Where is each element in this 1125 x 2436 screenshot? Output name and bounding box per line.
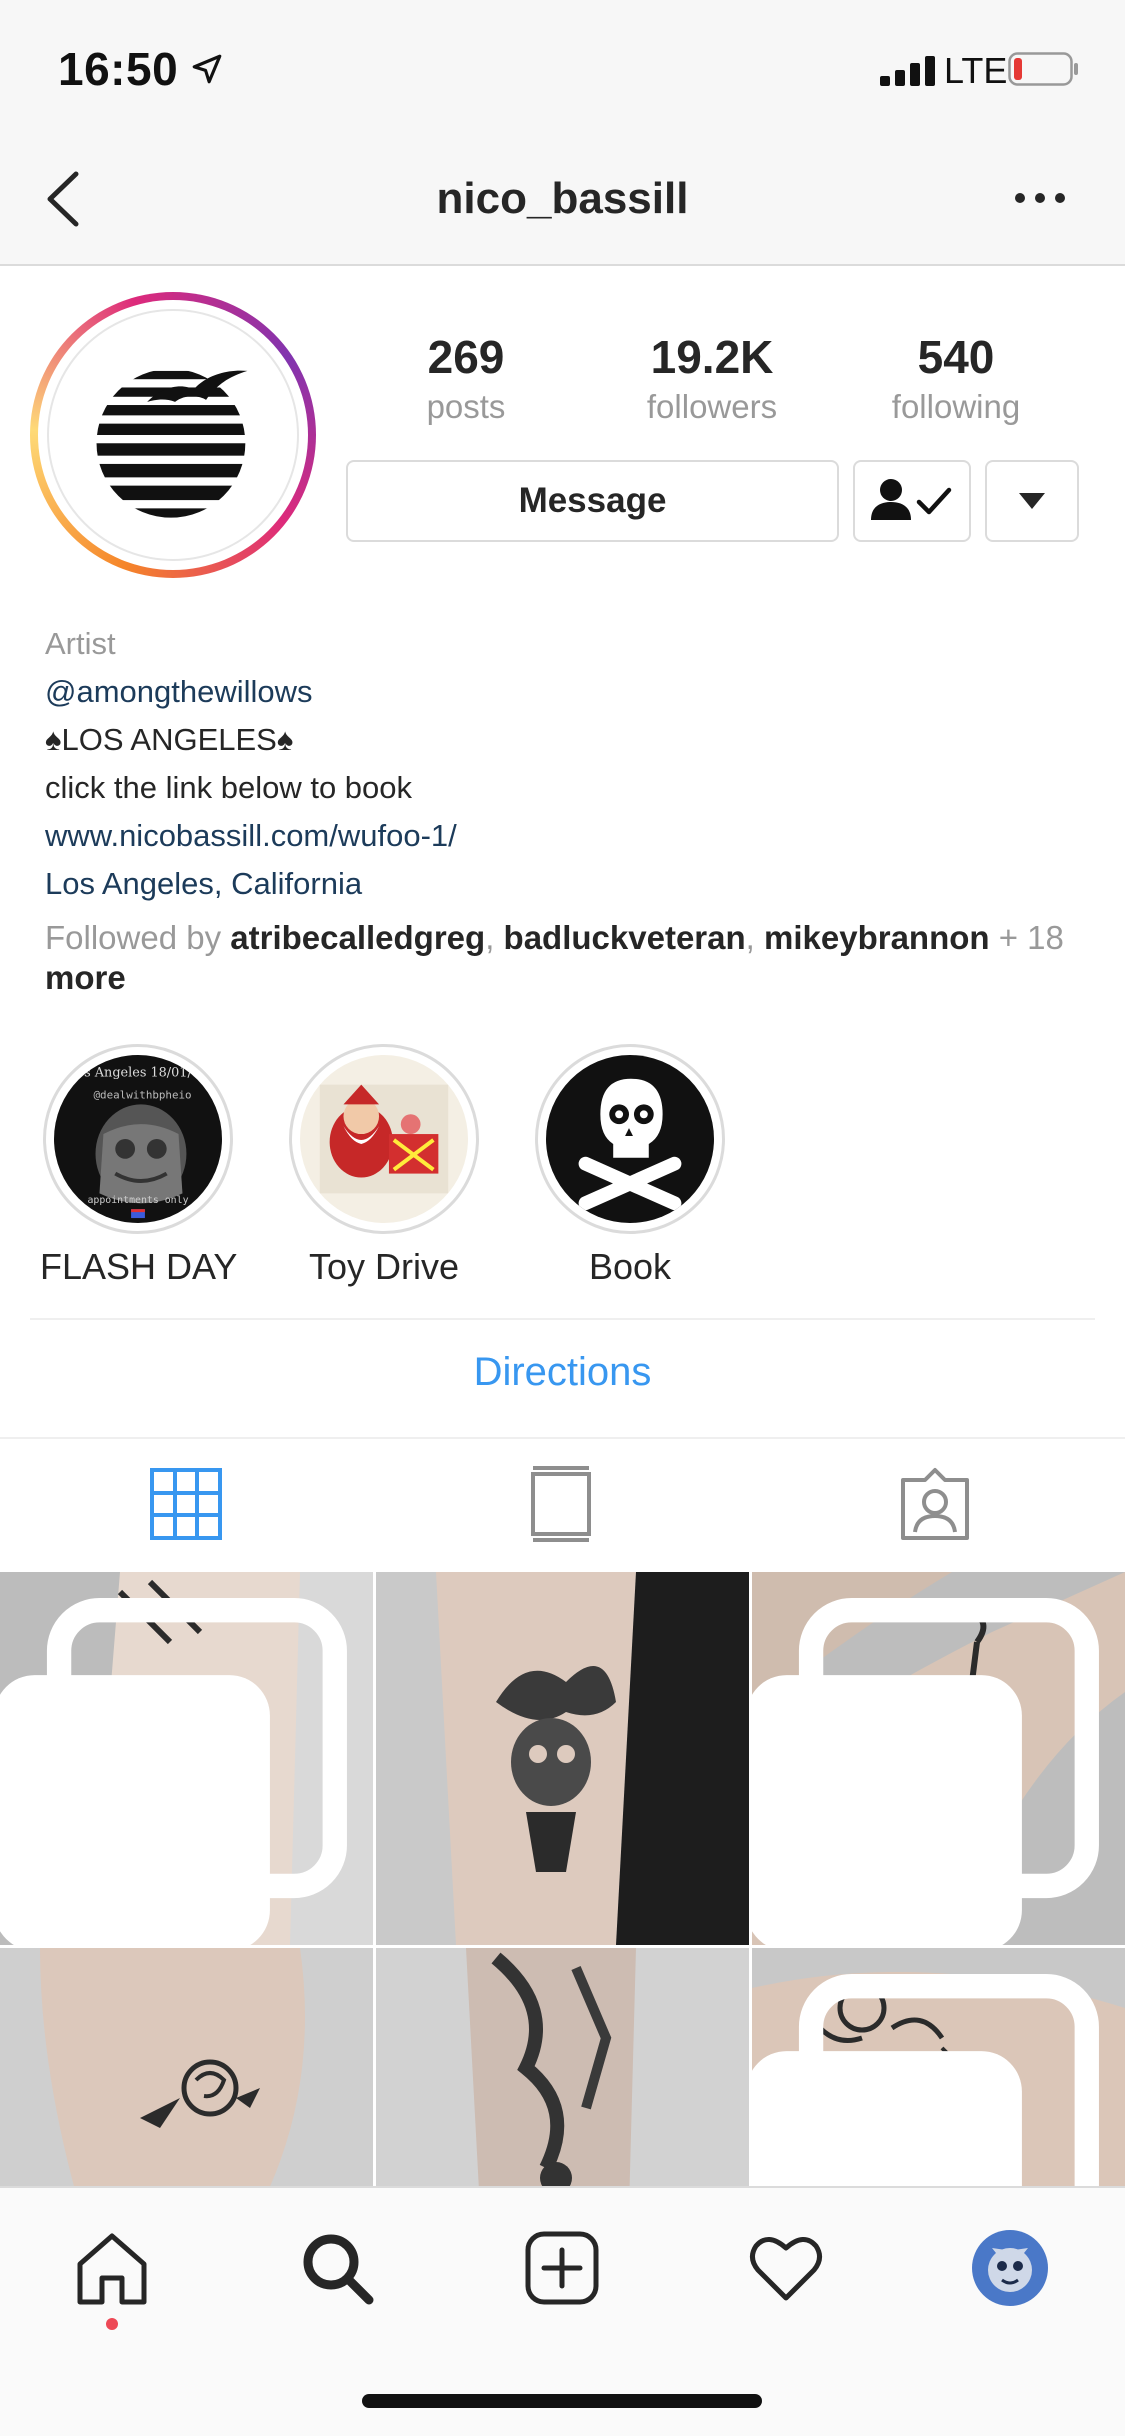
home-indicator[interactable] [362,2394,762,2408]
follower-username[interactable]: badluckveteran [504,919,746,956]
section-divider [30,1318,1095,1320]
followed-by-count: + 18 [998,919,1064,956]
following-button[interactable] [853,460,971,542]
posts-grid [0,1572,1125,2187]
multiple-posts-icon [752,1974,1099,2187]
post-thumbnail[interactable] [752,1948,1125,2187]
highlight-label: FLASH DAY [40,1246,238,1287]
home-icon[interactable] [72,2228,152,2308]
multiple-posts-icon [752,1598,1099,1945]
bio-category: Artist [45,626,116,661]
caret-down-icon [1019,493,1045,509]
multiple-posts-icon [0,1598,347,1945]
suggestions-dropdown-button[interactable] [985,460,1079,542]
highlight-flash-day[interactable]: Los Angeles 18/01/19 @dealwithbpheio app… [40,1044,238,1288]
section-divider [0,1437,1125,1439]
profile-header-bar: nico_bassill [0,140,1125,266]
follower-username[interactable]: atribecalledgreg [230,919,485,956]
page-title: nico_bassill [436,174,689,223]
person-check-icon [871,479,952,520]
network-type: LTE [944,50,1008,91]
svg-text:appointments only: appointments only [87,1195,188,1206]
battery-icon [1008,52,1078,86]
post-thumbnail[interactable] [0,1572,373,1945]
tagged-icon[interactable] [897,1466,973,1542]
notification-dot [106,2318,118,2330]
post-thumbnail[interactable] [752,1572,1125,1945]
stat-following[interactable]: 540 following [846,330,1066,426]
stat-followers[interactable]: 19.2K followers [602,330,822,426]
feed-icon[interactable] [523,1466,599,1542]
stat-posts[interactable]: 269 posts [356,330,576,426]
post-thumbnail[interactable] [0,1948,373,2187]
highlight-book[interactable]: Book [532,1044,728,1288]
bio-city: ♠LOS ANGELES♠ [45,722,294,757]
post-thumbnail[interactable] [376,1572,749,1945]
highlight-cover [546,1055,714,1223]
activity-heart-icon[interactable] [746,2228,826,2308]
add-post-icon[interactable] [522,2228,602,2308]
more-horizontal-icon[interactable] [1014,186,1066,210]
stat-value: 540 [917,331,995,383]
post-thumbnail[interactable] [376,1948,749,2187]
signal-bars-icon [880,56,935,86]
grid-icon[interactable] [148,1466,224,1542]
status-bar: 16:50 LTE [0,0,1125,140]
highlight-cover: Los Angeles 18/01/19 @dealwithbpheio app… [54,1055,222,1223]
bio-website-link[interactable]: www.nicobassill.com/wufoo-1/ [45,812,1105,860]
directions-button[interactable]: Directions [0,1350,1125,1395]
highlight-label: Book [588,1246,672,1287]
bio-booking-text: click the link below to book [45,770,413,805]
stat-value: 19.2K [650,331,774,383]
sunset-bird-logo-icon [96,370,248,518]
highlight-label: Toy Drive [308,1246,460,1287]
followed-by-text[interactable]: Followed by atribecalledgreg, badluckvet… [45,918,1095,998]
profile-bio: Artist @amongthewillows ♠LOS ANGELES♠ cl… [45,620,1105,998]
followed-by-prefix: Followed by [45,919,222,956]
svg-text:@dealwithbpheio: @dealwithbpheio [94,1088,192,1101]
stat-label: posts [426,388,506,425]
profile-avatar [47,309,299,561]
search-icon[interactable] [297,2228,377,2308]
profile-avatar-tab[interactable] [972,2230,1048,2306]
profile-avatar-ring[interactable] [30,292,316,578]
highlight-toy-drive[interactable]: Toy Drive [286,1044,482,1288]
stat-value: 269 [427,331,505,383]
message-button[interactable]: Message [346,460,839,542]
highlight-cover [300,1055,468,1223]
stat-label: following [891,388,1021,425]
svg-text:Los Angeles 18/01/19: Los Angeles 18/01/19 [68,1066,208,1081]
bio-location-link[interactable]: Los Angeles, California [45,860,1105,908]
followed-by-more[interactable]: more [45,959,126,996]
status-time: 16:50 [58,43,179,95]
bio-mention-link[interactable]: @amongthewillows [45,668,1105,716]
avatar [972,2230,1048,2306]
stat-label: followers [646,388,778,425]
follower-username[interactable]: mikeybrannon [764,919,990,956]
location-arrow-icon [192,54,222,84]
